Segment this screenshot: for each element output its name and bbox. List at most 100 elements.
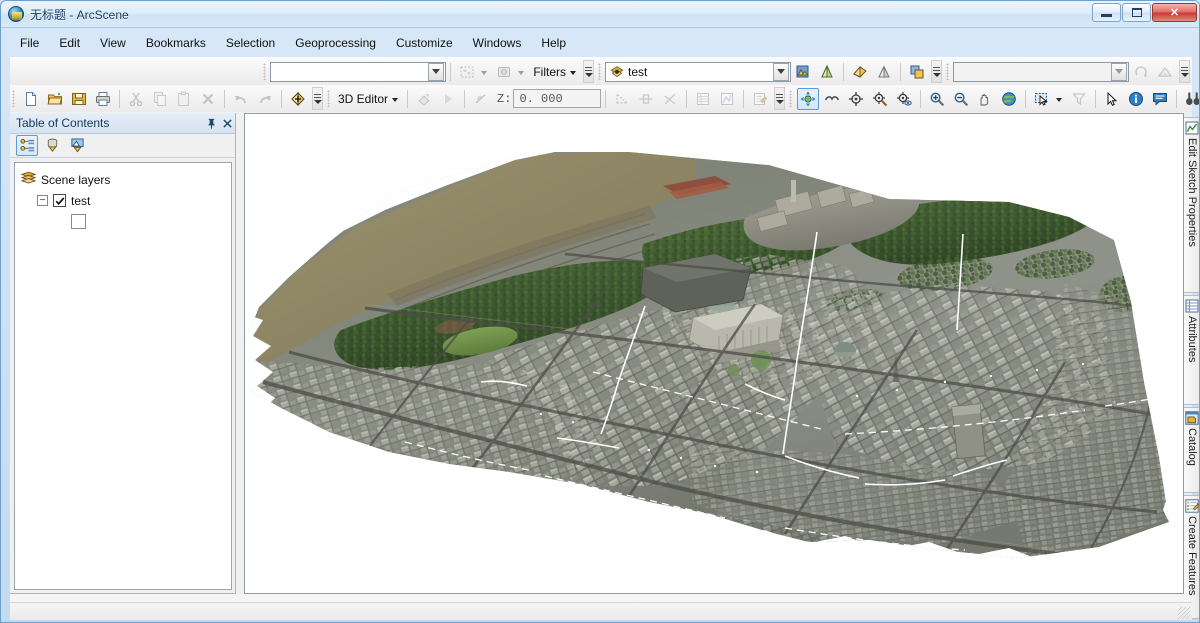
cut-icon[interactable] bbox=[125, 88, 147, 110]
panel-splitter[interactable] bbox=[236, 113, 244, 594]
trace-icon[interactable] bbox=[611, 88, 633, 110]
zoom-to-target-icon[interactable] bbox=[869, 88, 891, 110]
sketch-tool-icon[interactable] bbox=[470, 88, 492, 110]
new-document-icon[interactable] bbox=[20, 88, 42, 110]
close-button[interactable]: ✕ bbox=[1152, 3, 1197, 22]
sketch-play-icon[interactable] bbox=[437, 88, 459, 110]
close-icon[interactable] bbox=[219, 115, 235, 131]
find-icon[interactable] bbox=[1182, 88, 1199, 110]
print-icon[interactable] bbox=[92, 88, 114, 110]
rotate-icon[interactable] bbox=[1130, 61, 1152, 83]
window-title: 无标题 - ArcScene bbox=[30, 7, 129, 22]
menu-edit[interactable]: Edit bbox=[49, 33, 90, 53]
chevron-down-icon[interactable] bbox=[428, 62, 445, 81]
add-data-icon[interactable] bbox=[287, 88, 309, 110]
editor-menu-label[interactable]: 3D Editor bbox=[334, 92, 390, 106]
pin-icon[interactable] bbox=[203, 115, 219, 131]
menu-file[interactable]: File bbox=[10, 33, 49, 53]
save-icon[interactable] bbox=[68, 88, 90, 110]
maximize-button[interactable] bbox=[1122, 3, 1151, 22]
cone-icon[interactable] bbox=[816, 61, 838, 83]
filters-label[interactable]: Filters bbox=[529, 65, 568, 79]
intersect-icon[interactable] bbox=[659, 88, 681, 110]
effects-icon[interactable] bbox=[849, 61, 871, 83]
full-extent-icon[interactable] bbox=[998, 88, 1020, 110]
toolbar-grip[interactable] bbox=[327, 90, 330, 107]
clear-selection-icon[interactable] bbox=[1068, 88, 1090, 110]
html-popup-icon[interactable] bbox=[1149, 88, 1171, 110]
identify-icon[interactable] bbox=[1125, 88, 1147, 110]
zoom-in-icon[interactable] bbox=[926, 88, 948, 110]
georeferencing-icon[interactable] bbox=[906, 61, 928, 83]
redo-icon[interactable] bbox=[254, 88, 276, 110]
3d-scene-view[interactable] bbox=[244, 113, 1184, 594]
chevron-down-icon[interactable] bbox=[1111, 62, 1127, 81]
toolbar-grip[interactable] bbox=[946, 63, 949, 80]
center-target-icon[interactable] bbox=[845, 88, 867, 110]
minimize-button[interactable] bbox=[1092, 3, 1121, 22]
menu-customize[interactable]: Customize bbox=[386, 33, 463, 53]
geoprocessing-combo[interactable] bbox=[270, 61, 447, 82]
select-features-by-rectangle-icon[interactable] bbox=[456, 61, 478, 83]
edit-sketch-icon[interactable] bbox=[749, 88, 771, 110]
resize-grip[interactable] bbox=[1178, 607, 1190, 619]
dock-tab-create-features[interactable]: Create Features bbox=[1184, 495, 1199, 619]
paste-icon[interactable] bbox=[173, 88, 195, 110]
tree-node-scene-layers[interactable]: Scene layers bbox=[20, 169, 231, 190]
toolbar-grip[interactable] bbox=[789, 90, 793, 107]
tree-node-layer-symbol[interactable] bbox=[21, 211, 231, 232]
list-by-visibility-icon[interactable] bbox=[66, 135, 88, 156]
pan-icon[interactable] bbox=[974, 88, 996, 110]
undo-icon[interactable] bbox=[230, 88, 252, 110]
toolbar-grip[interactable] bbox=[598, 63, 601, 80]
toolbar-grip[interactable] bbox=[12, 90, 15, 107]
navigate-icon[interactable] bbox=[797, 87, 820, 110]
menu-geoprocessing[interactable]: Geoprocessing bbox=[285, 33, 386, 53]
delete-icon[interactable] bbox=[197, 88, 219, 110]
tree-node-layer-test[interactable]: − test bbox=[21, 190, 231, 211]
menu-view[interactable]: View bbox=[90, 33, 136, 53]
list-by-drawing-order-icon[interactable] bbox=[16, 135, 38, 156]
zoom-out-icon[interactable] bbox=[950, 88, 972, 110]
toolbar-overflow-button[interactable] bbox=[931, 60, 942, 83]
dock-tab-attributes[interactable]: Attributes bbox=[1184, 295, 1199, 405]
open-folder-icon[interactable] bbox=[44, 88, 66, 110]
select-elements-icon[interactable] bbox=[493, 61, 515, 83]
layer-combo[interactable]: test bbox=[605, 61, 791, 82]
toolbar-overflow-button[interactable] bbox=[312, 87, 323, 110]
scene-mesh-render bbox=[245, 114, 1183, 593]
select-elements-arrow-icon[interactable] bbox=[1101, 88, 1123, 110]
menu-bookmarks[interactable]: Bookmarks bbox=[136, 33, 216, 53]
select-features-icon[interactable] bbox=[1031, 88, 1053, 110]
menu-selection[interactable]: Selection bbox=[216, 33, 285, 53]
toolbar-overflow-button[interactable] bbox=[774, 87, 786, 110]
copy-icon[interactable] bbox=[149, 88, 171, 110]
fly-icon[interactable] bbox=[821, 88, 843, 110]
toolbar-row-2: 3D Editor Z: 0. 000 bbox=[10, 85, 1199, 112]
chevron-down-icon[interactable] bbox=[773, 62, 789, 81]
menu-windows[interactable]: Windows bbox=[463, 33, 532, 53]
toolbar-grip[interactable] bbox=[263, 63, 267, 80]
toolbar-overflow-button[interactable] bbox=[583, 60, 594, 83]
layer-3d-icon[interactable] bbox=[792, 61, 814, 83]
rectify-icon[interactable] bbox=[1154, 61, 1176, 83]
main-body: Table of Contents Scene layers − test Ed… bbox=[10, 113, 1199, 619]
attribute-table-icon[interactable] bbox=[692, 88, 714, 110]
dock-tab-catalog[interactable]: Catalog bbox=[1184, 407, 1199, 493]
move-icon[interactable] bbox=[635, 88, 657, 110]
sketch-properties-icon[interactable] bbox=[716, 88, 738, 110]
set-observer-icon[interactable] bbox=[893, 88, 915, 110]
list-by-source-icon[interactable] bbox=[41, 135, 63, 156]
toolbar-overflow-button[interactable] bbox=[1179, 60, 1190, 83]
expander-toggle[interactable]: − bbox=[37, 195, 48, 206]
page-title: Table of Contents bbox=[16, 116, 110, 130]
layer-visibility-checkbox[interactable] bbox=[53, 194, 66, 207]
georeferencing-combo[interactable] bbox=[953, 61, 1129, 82]
dock-tab-edit-sketch-properties[interactable]: Edit Sketch Properties bbox=[1184, 117, 1199, 293]
table-of-contents-tree[interactable]: Scene layers − test bbox=[14, 162, 232, 590]
shadow-cone-icon[interactable] bbox=[873, 61, 895, 83]
z-value-field[interactable]: 0. 000 bbox=[513, 89, 602, 108]
menu-help[interactable]: Help bbox=[531, 33, 576, 53]
empty-symbol-swatch[interactable] bbox=[71, 214, 86, 229]
edit-vertices-icon[interactable] bbox=[413, 88, 435, 110]
